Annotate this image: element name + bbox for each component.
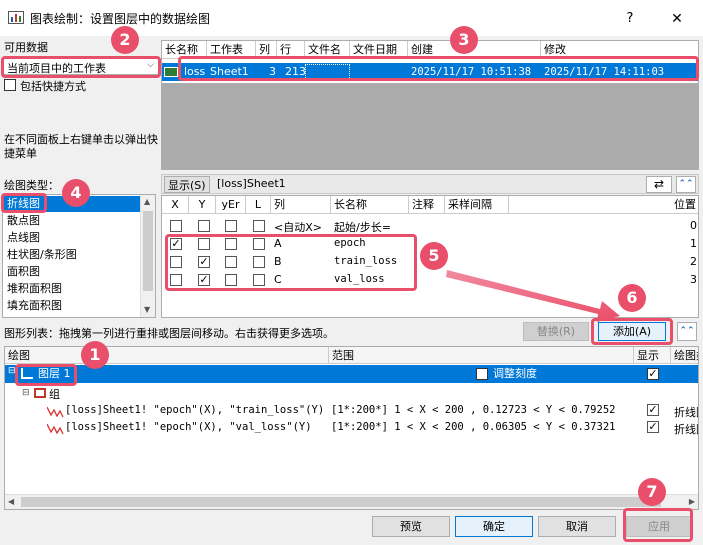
callout-badge-4: 4: [62, 179, 90, 207]
callout-badge-6: 6: [618, 284, 646, 312]
callout-badge-3: 3: [450, 26, 478, 54]
callout-badge-2: 2: [111, 26, 139, 54]
callout-badge-5: 5: [420, 242, 448, 270]
callout-arrow: [446, 270, 620, 322]
callout-badge-7: 7: [638, 478, 666, 506]
callout-badge-1: 1: [81, 341, 109, 369]
